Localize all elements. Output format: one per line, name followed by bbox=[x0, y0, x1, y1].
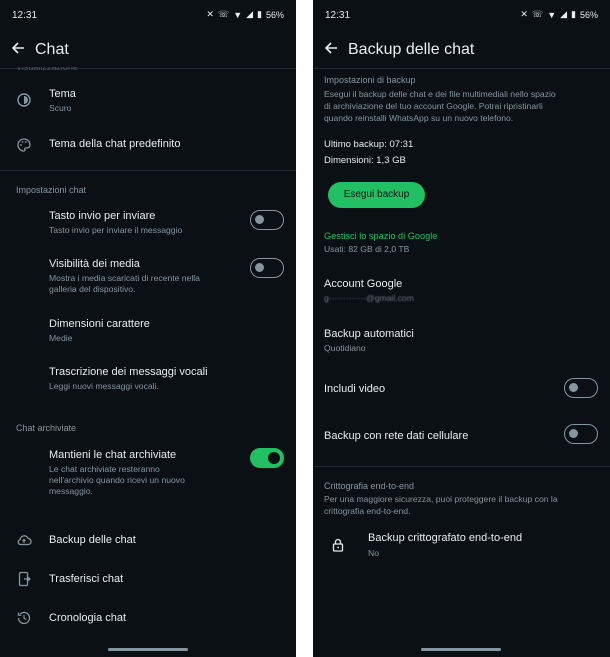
backup-desc-2: di archiviazione del tuo account Google.… bbox=[324, 101, 543, 111]
setting-tema-value: Scuro bbox=[49, 103, 72, 113]
phone-transfer-icon bbox=[16, 571, 32, 587]
rete-dati-label: Backup con rete dati cellulare bbox=[324, 430, 469, 442]
battery-level: 56% bbox=[265, 9, 284, 20]
backup-automatici-value: Quotidiano bbox=[324, 343, 366, 353]
wifi-icon: ▼ bbox=[547, 9, 557, 20]
mantieni-label: Mantieni le chat archiviate bbox=[49, 449, 177, 461]
wifi-calling-icon: ☏ bbox=[217, 9, 230, 19]
mantieni-desc-1: Le chat archiviate resteranno bbox=[49, 464, 160, 474]
status-time: 12:31 bbox=[12, 10, 38, 21]
appbar-divider bbox=[313, 68, 610, 69]
menu-backup-chat[interactable]: Backup delle chat bbox=[0, 526, 296, 554]
setting-account-google[interactable]: Account Google g·············@gmail.com bbox=[313, 272, 610, 308]
section-header-backup: Impostazioni di backup bbox=[324, 75, 416, 85]
app-bar: Backup delle chat bbox=[313, 32, 610, 68]
e2e-desc-1: Per una maggiore sicurezza, puoi protegg… bbox=[324, 494, 558, 504]
dimensioni-value: Medie bbox=[49, 333, 73, 343]
visibilita-toggle[interactable] bbox=[250, 258, 284, 278]
account-email: g·············@gmail.com bbox=[324, 293, 414, 303]
ultimo-backup: Ultimo backup: 07:31 bbox=[324, 139, 414, 150]
tasto-invio-desc: Tasto invio per inviare il messaggio bbox=[49, 225, 183, 235]
setting-tema-chat-label: Tema della chat predefinito bbox=[49, 138, 181, 150]
setting-backup-automatici[interactable]: Backup automatici Quotidiano bbox=[313, 322, 610, 358]
account-google-label: Account Google bbox=[324, 278, 403, 290]
mantieni-toggle[interactable] bbox=[250, 448, 284, 468]
setting-tema-label: Tema bbox=[49, 88, 76, 100]
e2e-desc-2: crittografia end-to-end. bbox=[324, 506, 411, 516]
page-title: Backup delle chat bbox=[348, 41, 475, 58]
setting-tema[interactable]: Tema Scuro bbox=[0, 80, 296, 122]
visibilita-label: Visibilità dei media bbox=[49, 258, 140, 270]
app-bar: Chat bbox=[0, 32, 296, 68]
battery-level: 56% bbox=[579, 9, 598, 20]
wifi-icon: ▼ bbox=[233, 9, 243, 20]
menu-trasferisci-chat[interactable]: Trasferisci chat bbox=[0, 565, 296, 593]
section-header-archived: Chat archiviate bbox=[16, 423, 77, 433]
status-bar: 12:31 ✕ ☏ ▼ ◢ ▮ 56% bbox=[313, 0, 610, 32]
section-header-chat: Impostazioni chat bbox=[16, 185, 87, 195]
home-indicator[interactable] bbox=[108, 648, 188, 651]
home-indicator[interactable] bbox=[421, 648, 501, 651]
setting-trascrizione[interactable]: Trascrizione dei messaggi vocali Leggi n… bbox=[0, 360, 296, 396]
mute-icon: ✕ bbox=[206, 9, 214, 19]
back-arrow-icon[interactable] bbox=[10, 40, 26, 56]
includi-video-toggle[interactable] bbox=[564, 378, 598, 398]
mantieni-desc-3: messaggio. bbox=[49, 486, 93, 496]
palette-icon bbox=[16, 137, 32, 153]
section-divider bbox=[0, 170, 296, 171]
backup-settings-screen: 12:31 ✕ ☏ ▼ ◢ ▮ 56% Backup delle chat Im… bbox=[313, 0, 610, 657]
setting-tema-chat[interactable]: Tema della chat predefinito bbox=[0, 130, 296, 160]
section-header-e2e: Crittografia end-to-end bbox=[324, 481, 415, 491]
includi-video-label: Includi video bbox=[324, 383, 386, 395]
backup-chat-label: Backup delle chat bbox=[49, 534, 136, 546]
backup-desc-1: Esegui il backup delle chat e dei file m… bbox=[324, 89, 556, 99]
battery-icon: ▮ bbox=[571, 9, 576, 19]
lock-icon bbox=[330, 537, 346, 553]
battery-icon: ▮ bbox=[257, 9, 262, 19]
signal-icon: ◢ bbox=[246, 9, 254, 19]
spazio-usato: Usati: 82 GB di 2,0 TB bbox=[324, 244, 410, 254]
tasto-invio-label: Tasto invio per inviare bbox=[49, 210, 156, 222]
history-icon bbox=[16, 610, 32, 626]
backup-automatici-label: Backup automatici bbox=[324, 328, 414, 340]
menu-cronologia-chat[interactable]: Cronologia chat bbox=[0, 604, 296, 632]
gestisci-spazio-link[interactable]: Gestisci lo spazio di Google bbox=[324, 231, 437, 241]
mantieni-desc-2: nell'archivio quando ricevi un nuovo bbox=[49, 475, 185, 485]
trascrizione-label: Trascrizione dei messaggi vocali bbox=[49, 366, 208, 378]
status-time: 12:31 bbox=[325, 10, 351, 21]
signal-icon: ◢ bbox=[560, 9, 568, 19]
wifi-calling-icon: ☏ bbox=[531, 9, 544, 19]
back-arrow-icon[interactable] bbox=[323, 40, 339, 56]
page-title: Chat bbox=[35, 41, 69, 58]
cloud-upload-icon bbox=[16, 532, 32, 548]
chat-settings-screen: 12:31 ✕ ☏ ▼ ◢ ▮ 56% Chat Visualizzazione… bbox=[0, 0, 296, 657]
esegui-backup-button[interactable]: Esegui backup bbox=[328, 182, 425, 208]
theme-icon bbox=[16, 92, 32, 108]
tasto-invio-toggle[interactable] bbox=[250, 210, 284, 230]
backup-desc-3: quando reinstalli WhatsApp su un nuovo t… bbox=[324, 113, 514, 123]
backup-crittografato-value: No bbox=[368, 548, 379, 558]
backup-crittografato-label: Backup crittografato end-to-end bbox=[368, 532, 523, 544]
setting-visibilita-media[interactable]: Visibilità dei media Mostra i media scar… bbox=[0, 252, 296, 298]
mute-icon: ✕ bbox=[520, 9, 528, 19]
dimensioni-label: Dimensioni carattere bbox=[49, 318, 150, 330]
trascrizione-desc: Leggi nuovi messaggi vocali. bbox=[49, 381, 159, 391]
setting-backup-crittografato[interactable]: Backup crittografato end-to-end No bbox=[313, 526, 610, 564]
dimensioni-backup: Dimensioni: 1,3 GB bbox=[324, 155, 406, 166]
rete-dati-toggle[interactable] bbox=[564, 424, 598, 444]
cronologia-label: Cronologia chat bbox=[49, 612, 127, 624]
setting-dimensioni-carattere[interactable]: Dimensioni carattere Medie bbox=[0, 312, 296, 348]
status-bar: 12:31 ✕ ☏ ▼ ◢ ▮ 56% bbox=[0, 0, 296, 32]
trasferisci-label: Trasferisci chat bbox=[49, 573, 124, 585]
visibilita-desc-2: galleria del dispositivo. bbox=[49, 284, 136, 294]
visibilita-desc-1: Mostra i media scaricati di recente nell… bbox=[49, 273, 200, 283]
section-divider bbox=[313, 466, 610, 467]
